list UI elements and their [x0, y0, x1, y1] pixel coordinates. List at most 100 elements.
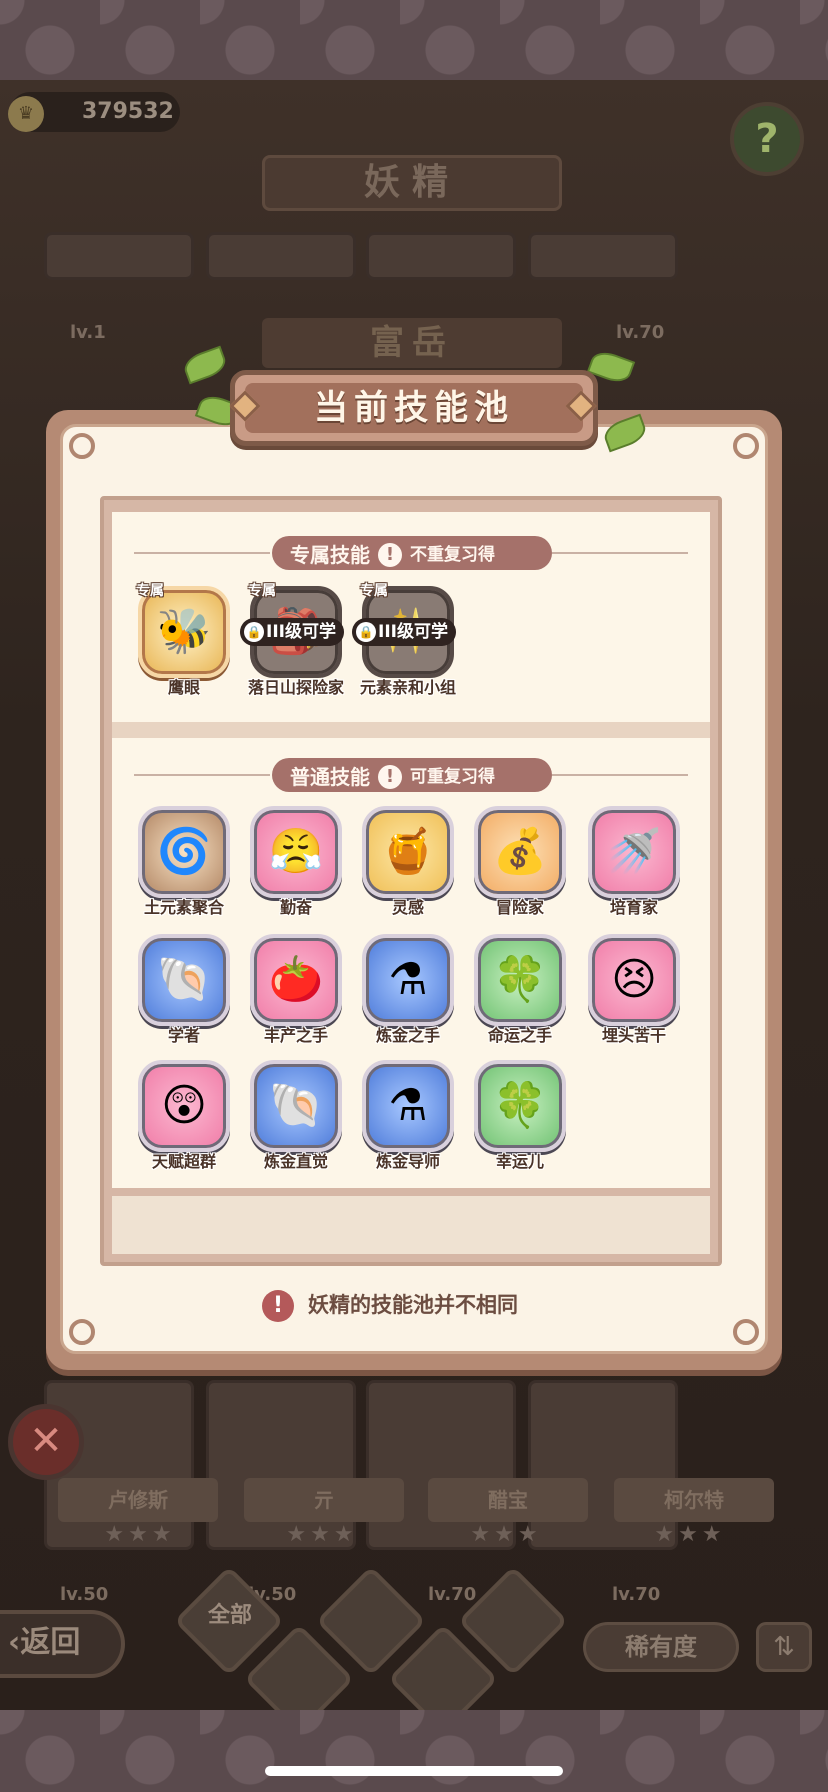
- exclusive-note: 不重复习得: [410, 544, 495, 565]
- corner-ornament: [733, 1319, 759, 1345]
- skill-name: 学者: [167, 1026, 200, 1045]
- lock-badge: 🔒 III级可学: [352, 618, 456, 646]
- lock-icon: 🔒: [356, 622, 376, 642]
- crown-coin-icon: ♛: [8, 96, 44, 132]
- footer-note: 妖精的技能池并不相同: [308, 1293, 518, 1317]
- warning-icon: !: [262, 1290, 294, 1322]
- treasure-arrow-icon: 💰: [474, 806, 566, 898]
- back-label: 返回: [20, 1625, 81, 1660]
- header-line: [134, 552, 270, 554]
- bg-card-top-3: [366, 232, 516, 280]
- skill-item[interactable]: 🍀 幸运儿: [472, 1060, 568, 1171]
- skill-name: 命运之手: [487, 1026, 552, 1045]
- warning-icon: !: [378, 542, 402, 567]
- skill-item[interactable]: 🚿 培育家: [586, 806, 682, 917]
- help-button[interactable]: ?: [730, 102, 804, 176]
- bg-level-left: lv.1: [70, 322, 106, 343]
- skill-item[interactable]: 😤 勤奋: [248, 806, 344, 917]
- pink-face-icon: 😤: [250, 806, 342, 898]
- shell-icon: 🐚: [250, 1060, 342, 1152]
- skill-name: 埋头苦干: [601, 1026, 666, 1045]
- bg-card-name: 醋宝: [428, 1478, 588, 1522]
- skill-item[interactable]: 🐝 专属 鹰眼: [136, 583, 232, 697]
- skill-item[interactable]: 😣 埋头苦干: [586, 934, 682, 1045]
- warning-icon: !: [378, 764, 402, 789]
- bg-card-name: 亓: [244, 1478, 404, 1522]
- close-button[interactable]: ✕: [8, 1404, 84, 1480]
- bg-card-stars: ★★★: [286, 1522, 358, 1547]
- common-label: 普通技能: [290, 764, 370, 789]
- skill-item[interactable]: ⚗ 炼金导师: [360, 1060, 456, 1171]
- skill-name: 冒险家: [495, 898, 544, 917]
- dialog-title: 当前技能池: [245, 383, 583, 433]
- skill-name: 灵感: [391, 898, 424, 917]
- bg-card-stars: ★★★: [470, 1522, 542, 1547]
- skill-name: 落日山探险家: [247, 678, 344, 697]
- skill-item[interactable]: 🎒 专属 🔒III级可学 落日山探险家: [240, 583, 344, 697]
- skill-item[interactable]: ⚗ 炼金之手: [360, 934, 456, 1045]
- bg-card-stars: ★★★: [654, 1522, 726, 1547]
- common-header: 普通技能! 可重复习得: [272, 758, 552, 792]
- corner-ornament: [69, 433, 95, 459]
- skill-name: 培育家: [609, 898, 658, 917]
- home-indicator[interactable]: [265, 1766, 563, 1776]
- bg-level-right: lv.70: [616, 322, 665, 343]
- bg-card-top-1: [44, 232, 194, 280]
- skill-name: 土元素聚合: [143, 898, 224, 917]
- bg-card-name: 柯尔特: [614, 1478, 774, 1522]
- surprised-face-icon: 😲: [138, 1060, 230, 1152]
- bg-fairy-name: 富岳: [262, 318, 562, 368]
- corner-ornament: [69, 1319, 95, 1345]
- skill-item[interactable]: 🐚 炼金直觉: [248, 1060, 344, 1171]
- exclusive-header: 专属技能! 不重复习得: [272, 536, 552, 570]
- exclusive-label: 专属技能: [290, 542, 370, 567]
- top-pattern-band: [0, 0, 828, 80]
- swirl-icon: 🌀: [138, 806, 230, 898]
- skill-name: 天赋超群: [151, 1152, 216, 1171]
- bg-card-stars: ★★★: [104, 1522, 176, 1547]
- skill-name: 炼金导师: [375, 1152, 440, 1171]
- shell-icon: 🐚: [138, 934, 230, 1026]
- filter-all-label: 全部: [207, 1603, 252, 1628]
- skill-item[interactable]: 🐚 学者: [136, 934, 232, 1045]
- title-banner: 当前技能池: [230, 370, 598, 446]
- bg-card-top-4: [528, 232, 678, 280]
- sort-icon[interactable]: ⇅: [756, 1622, 812, 1672]
- skill-name: 勤奋: [279, 898, 312, 917]
- skill-name: 炼金之手: [375, 1026, 440, 1045]
- cauldron-icon: ⚗: [362, 1060, 454, 1152]
- common-note: 可重复习得: [410, 766, 495, 787]
- exclusive-tag: 专属: [248, 583, 276, 599]
- skill-item[interactable]: 😲 天赋超群: [136, 1060, 232, 1171]
- bg-page-title: 妖精: [262, 155, 562, 211]
- exclusive-tag: 专属: [136, 583, 164, 599]
- back-button[interactable]: ‹返回: [0, 1610, 125, 1678]
- skill-item[interactable]: 🍯 灵感: [360, 806, 456, 917]
- lock-label: III级可学: [266, 622, 336, 642]
- skill-name: 丰产之手: [263, 1026, 328, 1045]
- clover-icon: 🍀: [474, 1060, 566, 1152]
- skill-name: 元素亲和小组: [359, 678, 456, 697]
- bottom-pattern-band: [0, 1710, 828, 1792]
- rarity-sort-button[interactable]: 稀有度: [583, 1622, 739, 1672]
- skill-name: 鹰眼: [167, 678, 200, 697]
- pink-face-icon: 😣: [588, 934, 680, 1026]
- skill-item[interactable]: 🍀 命运之手: [472, 934, 568, 1045]
- header-line: [552, 774, 688, 776]
- gold-pot-icon: 🍯: [362, 806, 454, 898]
- skill-name: 炼金直觉: [263, 1152, 328, 1171]
- lock-badge: 🔒 III级可学: [240, 618, 344, 646]
- skill-item[interactable]: 🍅 丰产之手: [248, 934, 344, 1045]
- watering-can-icon: 🚿: [588, 806, 680, 898]
- lock-label: III级可学: [378, 622, 448, 642]
- lock-icon: 🔒: [244, 622, 264, 642]
- exclusive-tag: 专属: [360, 583, 388, 599]
- header-line: [552, 552, 688, 554]
- skill-item[interactable]: 🌀 土元素聚合: [136, 806, 232, 917]
- skill-item[interactable]: 💰 冒险家: [472, 806, 568, 917]
- tomato-icon: 🍅: [250, 934, 342, 1026]
- section-divider: [112, 722, 710, 738]
- header-line: [134, 774, 270, 776]
- clover-icon: 🍀: [474, 934, 566, 1026]
- skill-item[interactable]: ✨ 专属 🔒III级可学 元素亲和小组: [352, 583, 456, 697]
